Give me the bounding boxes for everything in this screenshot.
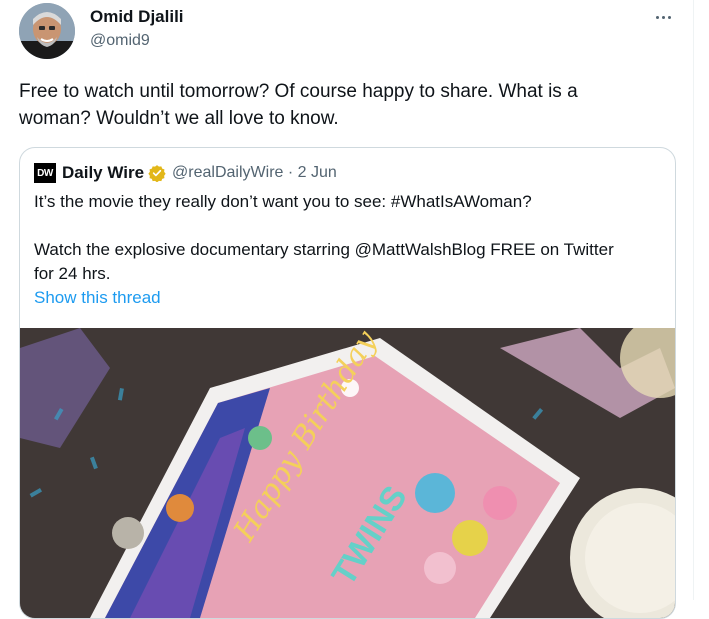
avatar[interactable]	[19, 3, 75, 59]
more-icon-dot	[668, 16, 671, 19]
quoted-handle-date[interactable]: @realDailyWire · 2 Jun	[172, 164, 337, 182]
tweet-text-line: woman? Wouldn’t we all love to know.	[19, 108, 339, 129]
author-name[interactable]: Omid Djalili	[90, 7, 184, 27]
birthday-cake-photo: Happy Birthday TWINS	[20, 328, 675, 618]
author-handle[interactable]: @omid9	[90, 32, 150, 50]
quoted-text-line: It’s the movie they really don’t want yo…	[34, 192, 532, 211]
quoted-tweet-text: It’s the movie they really don’t want yo…	[34, 190, 664, 286]
quoted-tweet-card[interactable]: DW Daily Wire @realDailyWire · 2 Jun It’…	[19, 147, 676, 619]
show-thread-link[interactable]: Show this thread	[34, 288, 161, 308]
quoted-text-line: Watch the explosive documentary starring…	[34, 240, 614, 259]
more-options-button[interactable]	[652, 7, 676, 27]
timeline-divider	[693, 0, 694, 600]
more-icon-dot	[662, 16, 665, 19]
verified-badge-icon	[148, 165, 166, 182]
quoted-media-image[interactable]: Happy Birthday TWINS	[20, 328, 675, 618]
avatar-image	[19, 3, 75, 59]
tweet-text-line: Free to watch until tomorrow? Of course …	[19, 81, 578, 102]
quoted-tweet-header: DW Daily Wire @realDailyWire · 2 Jun	[34, 162, 337, 184]
tweet-text: Free to watch until tomorrow? Of course …	[19, 78, 659, 132]
more-horizontal-icon	[656, 16, 659, 19]
quoted-author-name[interactable]: Daily Wire	[62, 163, 144, 183]
daily-wire-logo[interactable]: DW	[34, 163, 56, 183]
quoted-text-line: for 24 hrs.	[34, 264, 111, 283]
